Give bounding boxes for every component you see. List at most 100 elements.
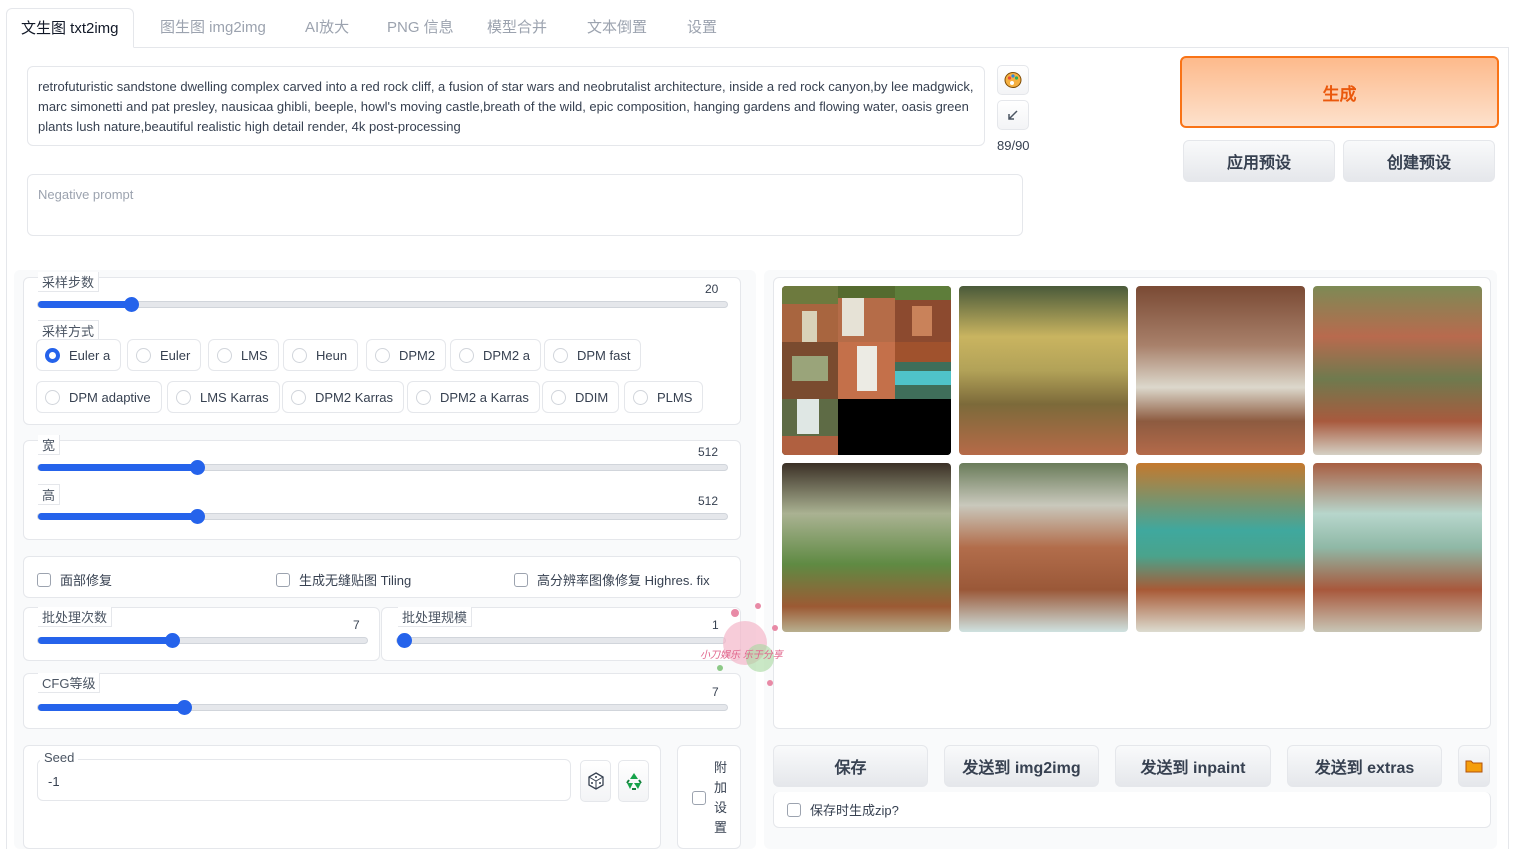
slider-thumb[interactable] xyxy=(397,633,412,648)
tab-txt2img[interactable]: 文生图 txt2img xyxy=(6,8,134,48)
gallery-image[interactable] xyxy=(1136,286,1305,455)
tiling-checkbox[interactable]: 生成无缝贴图 Tiling xyxy=(276,570,411,589)
token-counter: 89/90 xyxy=(997,138,1030,153)
radio-dot xyxy=(551,389,566,405)
radio-dot xyxy=(292,347,307,363)
send-to-extras-button[interactable]: 发送到 extras xyxy=(1287,745,1442,787)
slider-thumb[interactable] xyxy=(177,700,192,715)
gallery-image[interactable] xyxy=(959,463,1128,632)
sampler-option-label: Euler a xyxy=(69,347,111,363)
watermark-text: 小刀娱乐 乐于分享 xyxy=(700,650,783,661)
sampler-option[interactable]: DPM adaptive xyxy=(36,381,162,413)
tab-png-info[interactable]: PNG 信息 xyxy=(387,8,454,48)
recycle-icon xyxy=(625,773,642,790)
save-button[interactable]: 保存 xyxy=(773,745,928,787)
seed-input[interactable]: -1 xyxy=(37,759,571,801)
face-restore-checkbox[interactable]: 面部修复 xyxy=(37,570,112,589)
sampling-steps-label: 采样步数 xyxy=(38,272,100,292)
tab-bar: 文生图 txt2img 图生图 img2img AI放大 PNG 信息 模型合并… xyxy=(6,8,1509,48)
sampler-option-label: DDIM xyxy=(575,389,609,405)
style-button[interactable] xyxy=(997,65,1029,95)
sampler-option[interactable]: DPM2 xyxy=(366,339,447,371)
batch-count-group: 批处理次数 7 xyxy=(23,607,380,661)
sampler-option[interactable]: DPM2 Karras xyxy=(282,381,405,413)
sampler-option[interactable]: Heun xyxy=(283,339,359,371)
random-seed-button[interactable] xyxy=(580,760,611,802)
gallery-image[interactable] xyxy=(959,286,1128,455)
batch-size-slider[interactable] xyxy=(396,633,726,648)
send-to-inpaint-button[interactable]: 发送到 inpaint xyxy=(1115,745,1271,787)
sampler-option[interactable]: Euler a xyxy=(36,339,122,371)
create-style-button[interactable]: 创建预设 xyxy=(1343,140,1495,182)
gallery-image[interactable] xyxy=(1313,286,1482,455)
zip-checkbox[interactable]: 保存时生成zip? xyxy=(787,800,899,819)
width-slider[interactable] xyxy=(37,460,728,475)
dice-icon xyxy=(587,772,604,790)
generate-button[interactable]: 生成 xyxy=(1180,56,1499,128)
zip-option-group: 保存时生成zip? xyxy=(773,792,1491,828)
size-group: 宽 512 高 512 xyxy=(23,435,741,540)
width-value[interactable]: 512 xyxy=(698,445,718,459)
apply-style-button[interactable]: 应用预设 xyxy=(1183,140,1335,182)
sampler-option-label: LMS Karras xyxy=(200,389,269,405)
radio-dot xyxy=(176,389,191,405)
slider-thumb[interactable] xyxy=(165,633,180,648)
face-restore-label: 面部修复 xyxy=(60,573,113,588)
negative-prompt-input[interactable]: Negative prompt xyxy=(27,174,1023,236)
slider-thumb[interactable] xyxy=(124,297,139,312)
paste-button[interactable] xyxy=(997,100,1029,130)
sampling-steps-slider[interactable] xyxy=(37,297,728,312)
sampler-option[interactable]: LMS xyxy=(208,339,279,371)
sampler-option-label: Heun xyxy=(316,347,348,363)
sampler-option[interactable]: DDIM xyxy=(542,381,620,413)
sampler-option-label: DPM fast xyxy=(577,347,631,363)
prompt-input[interactable]: retrofuturistic sandstone dwelling compl… xyxy=(27,66,985,146)
arrow-icon xyxy=(1008,110,1018,120)
extra-seed-group: 附 加 设 置 xyxy=(677,745,741,849)
sampler-option[interactable]: PLMS xyxy=(624,381,704,413)
radio-dot xyxy=(217,347,232,363)
gallery-image[interactable] xyxy=(1313,463,1482,632)
batch-count-value[interactable]: 7 xyxy=(353,618,360,632)
batch-size-group: 批处理规模 1 xyxy=(381,607,741,661)
open-folder-button[interactable] xyxy=(1458,745,1490,787)
send-to-img2img-button[interactable]: 发送到 img2img xyxy=(944,745,1099,787)
sampler-option[interactable]: DPM2 a xyxy=(450,339,541,371)
sampler-option[interactable]: LMS Karras xyxy=(167,381,280,413)
gallery-image-grid[interactable] xyxy=(782,286,951,455)
batch-count-slider[interactable] xyxy=(37,633,368,648)
palette-icon xyxy=(1004,72,1022,88)
tab-upscale[interactable]: AI放大 xyxy=(305,8,349,48)
radio-dot xyxy=(291,389,306,405)
highres-fix-label: 高分辨率图像修复 Highres. fix xyxy=(537,573,710,588)
sampler-option[interactable]: DPM fast xyxy=(544,339,642,371)
cfg-slider[interactable] xyxy=(37,700,728,715)
extra-label-char: 置 xyxy=(714,820,728,835)
width-label: 宽 xyxy=(38,435,61,455)
slider-thumb[interactable] xyxy=(190,509,205,524)
folder-icon xyxy=(1465,760,1483,773)
height-slider[interactable] xyxy=(37,509,728,524)
tab-model-merge[interactable]: 模型合并 xyxy=(487,8,547,48)
sampler-option[interactable]: Euler xyxy=(127,339,202,371)
slider-thumb[interactable] xyxy=(190,460,205,475)
sampling-steps-value[interactable]: 20 xyxy=(705,282,718,296)
options-group: 面部修复 生成无缝贴图 Tiling 高分辨率图像修复 Highres. fix xyxy=(23,556,741,598)
tab-img2img[interactable]: 图生图 img2img xyxy=(160,8,266,48)
radio-dot xyxy=(633,389,648,405)
radio-dot xyxy=(416,389,431,405)
gallery-image[interactable] xyxy=(1136,463,1305,632)
radio-dot xyxy=(375,347,390,363)
tiling-label: 生成无缝贴图 Tiling xyxy=(299,573,412,588)
tab-settings[interactable]: 设置 xyxy=(687,8,717,48)
sampler-label: 采样方式 xyxy=(38,320,100,341)
height-value[interactable]: 512 xyxy=(698,494,718,508)
tab-textual-inversion[interactable]: 文本倒置 xyxy=(587,8,647,48)
highres-fix-checkbox[interactable]: 高分辨率图像修复 Highres. fix xyxy=(514,570,710,589)
reuse-seed-button[interactable] xyxy=(618,760,649,802)
extra-label-char: 设 xyxy=(714,800,728,815)
sampler-option[interactable]: DPM2 a Karras xyxy=(407,381,540,413)
extra-label[interactable]: 附 加 设 置 xyxy=(714,758,728,838)
extra-checkbox[interactable] xyxy=(692,791,706,805)
radio-dot xyxy=(553,347,568,363)
